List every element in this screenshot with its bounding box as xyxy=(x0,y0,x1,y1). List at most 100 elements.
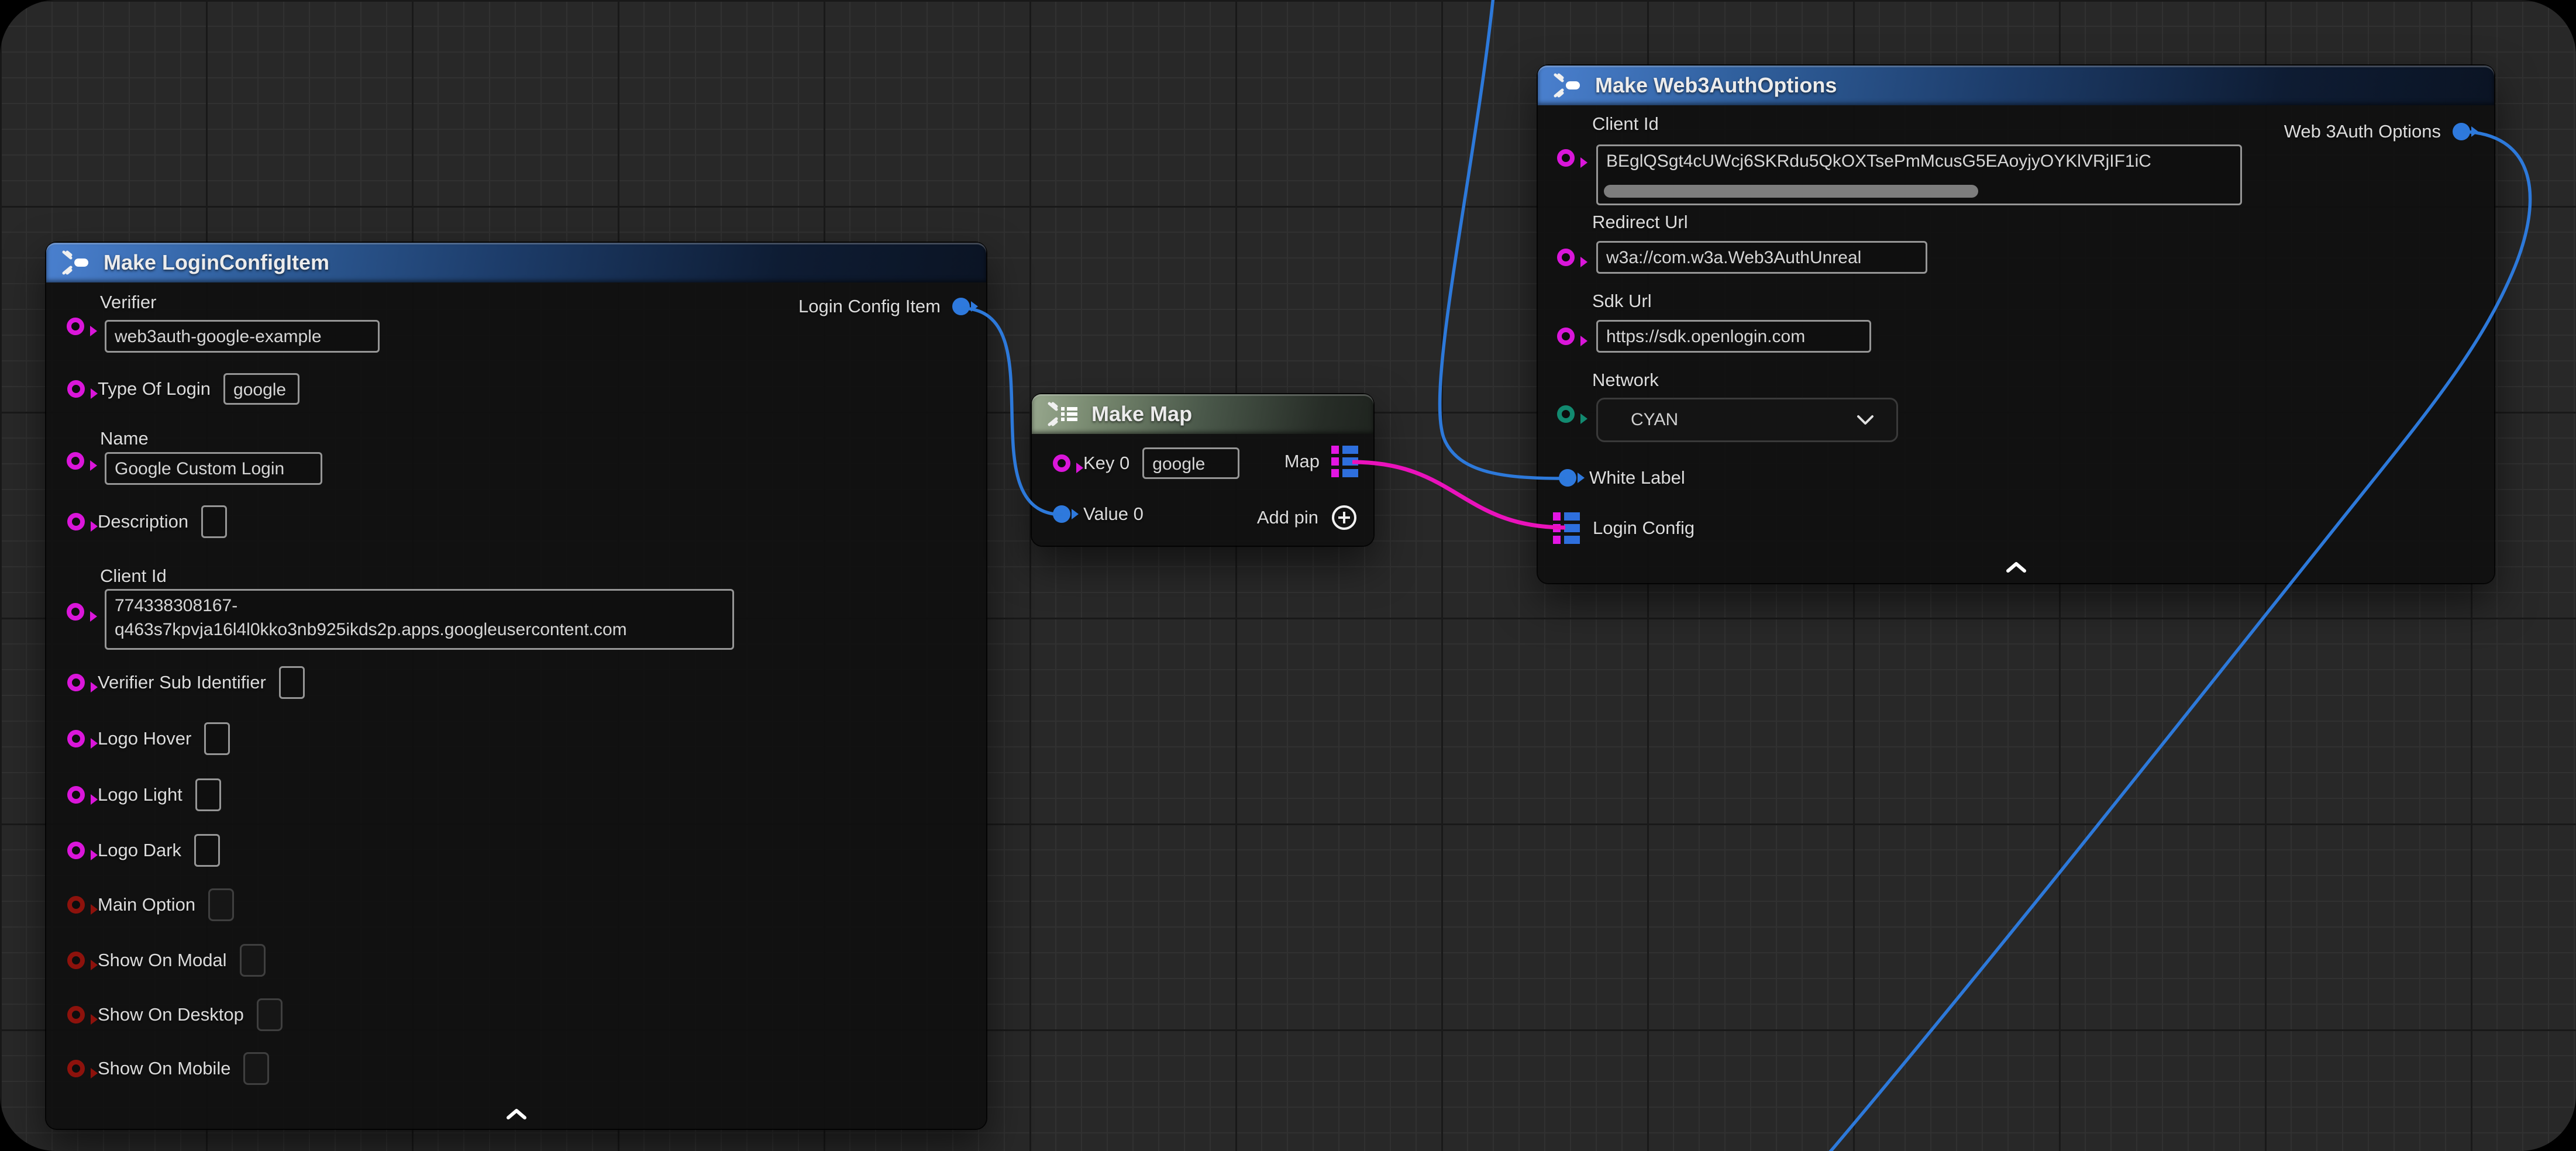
type-of-login-input-text: google xyxy=(233,380,286,399)
pin-description[interactable] xyxy=(67,513,85,530)
pin-sdk-url[interactable] xyxy=(1557,328,1575,345)
client-id-scrollbar[interactable] xyxy=(1604,185,1978,198)
logo-light-input[interactable] xyxy=(195,778,221,811)
pin-row-main-option: Main Option xyxy=(46,888,234,921)
chevron-down-icon xyxy=(1855,414,1875,426)
wire-map-to-login-config[interactable] xyxy=(1352,462,1565,528)
field-label-description: Description xyxy=(98,511,188,532)
name-input[interactable]: Google Custom Login xyxy=(105,452,322,485)
pin-main-option[interactable] xyxy=(67,896,85,914)
node-make-map[interactable]: Make Map Key 0 google Map Value 0 Add pi… xyxy=(1032,394,1373,546)
type-of-login-input[interactable]: google xyxy=(223,373,299,405)
field-label-client-id: Client Id xyxy=(1592,113,1659,135)
add-pin-icon[interactable] xyxy=(1330,504,1358,532)
node-make-login-config-item[interactable]: Make LoginConfigItem Login Config Item V… xyxy=(46,243,986,1129)
client-id-input[interactable]: 774338308167- q463s7kpvja16l4l0kko3nb925… xyxy=(105,589,734,650)
node-make-web3auth-options[interactable]: Make Web3AuthOptions Web 3Auth Options C… xyxy=(1538,66,2494,583)
pin-map-output[interactable] xyxy=(1331,446,1358,477)
pin-row-type-of-login: Type Of Login google xyxy=(46,373,299,405)
pin-row-value-0: Value 0 xyxy=(1032,498,1144,530)
node-title: Make LoginConfigItem xyxy=(104,250,329,275)
pin-login-config[interactable] xyxy=(1553,512,1580,544)
field-label-verifier-sub-identifier: Verifier Sub Identifier xyxy=(98,672,266,693)
key-0-input[interactable]: google xyxy=(1142,447,1239,479)
collapse-chevron-icon[interactable] xyxy=(504,1108,529,1121)
field-label-logo-light: Logo Light xyxy=(98,784,182,805)
redirect-url-input[interactable]: w3a://com.w3a.Web3AuthUnreal xyxy=(1596,241,1927,274)
node-header-make-map[interactable]: Make Map xyxy=(1032,394,1373,434)
pin-row-description: Description xyxy=(46,505,227,538)
field-label-logo-hover: Logo Hover xyxy=(98,728,191,749)
add-pin-label[interactable]: Add pin xyxy=(1257,507,1318,528)
network-dropdown[interactable]: CYAN xyxy=(1596,398,1898,442)
pin-row-map-output: Map xyxy=(1284,445,1358,478)
field-label-login-config: Login Config xyxy=(1593,518,1695,539)
client-id-line1: 774338308167- xyxy=(115,594,724,618)
client-id-input-text: BEglQSgt4cUWcj6SKRdu5QkOXTsePmMcusG5EAoy… xyxy=(1606,151,2151,171)
field-label-sdk-url: Sdk Url xyxy=(1592,291,1652,312)
field-label-value-0: Value 0 xyxy=(1083,504,1144,525)
pin-label: Login Config Item xyxy=(798,296,941,317)
pin-row-web3auth-options-output: Web 3Auth Options xyxy=(2284,115,2470,148)
blueprint-graph-canvas[interactable]: Make LoginConfigItem Login Config Item V… xyxy=(0,0,2576,1151)
pin-redirect-url[interactable] xyxy=(1557,249,1575,266)
pin-row-login-config-item-output: Login Config Item xyxy=(798,290,970,323)
redirect-url-input-text: w3a://com.w3a.Web3AuthUnreal xyxy=(1606,248,1861,267)
verifier-sub-identifier-input[interactable] xyxy=(279,666,305,699)
pin-logo-light[interactable] xyxy=(67,786,85,804)
node-header-make-web3auth-options[interactable]: Make Web3AuthOptions xyxy=(1538,66,2494,105)
pin-network[interactable] xyxy=(1557,405,1575,423)
pin-client-id[interactable] xyxy=(67,603,84,621)
show-on-modal-checkbox[interactable] xyxy=(240,944,266,977)
show-on-desktop-checkbox[interactable] xyxy=(257,998,283,1031)
main-option-checkbox[interactable] xyxy=(208,888,234,921)
collapse-chevron-icon[interactable] xyxy=(2003,561,2029,574)
pin-white-label[interactable] xyxy=(1559,469,1576,487)
pin-row-logo-hover: Logo Hover xyxy=(46,722,230,755)
pin-login-config-item-output[interactable] xyxy=(952,298,970,315)
field-label-main-option: Main Option xyxy=(98,894,195,915)
logo-hover-input[interactable] xyxy=(204,722,230,755)
client-id-input[interactable]: BEglQSgt4cUWcj6SKRdu5QkOXTsePmMcusG5EAoy… xyxy=(1596,144,2242,205)
show-on-mobile-checkbox[interactable] xyxy=(243,1052,269,1085)
field-label-redirect-url: Redirect Url xyxy=(1592,212,1688,233)
pin-label: Map xyxy=(1284,451,1320,472)
pin-web3auth-options-output[interactable] xyxy=(2453,123,2470,140)
pin-logo-dark[interactable] xyxy=(67,842,85,859)
verifier-input-text: web3auth-google-example xyxy=(115,327,322,346)
sdk-url-input-text: https://sdk.openlogin.com xyxy=(1606,327,1805,346)
pin-row-show-on-desktop: Show On Desktop xyxy=(46,998,283,1031)
name-input-text: Google Custom Login xyxy=(115,459,284,478)
pin-row-show-on-modal: Show On Modal xyxy=(46,944,266,977)
make-map-icon xyxy=(1047,401,1080,427)
field-label-logo-dark: Logo Dark xyxy=(98,840,181,861)
pin-verifier-sub-identifier[interactable] xyxy=(67,674,85,691)
pin-logo-hover[interactable] xyxy=(67,730,85,747)
pin-row-logo-light: Logo Light xyxy=(46,778,221,811)
sdk-url-input[interactable]: https://sdk.openlogin.com xyxy=(1596,320,1871,353)
field-label-network: Network xyxy=(1592,370,1659,391)
pin-value-0[interactable] xyxy=(1053,505,1070,523)
field-label-white-label: White Label xyxy=(1589,467,1685,488)
field-label-type-of-login: Type Of Login xyxy=(98,378,211,399)
pin-name[interactable] xyxy=(67,452,84,470)
node-header-make-login-config-item[interactable]: Make LoginConfigItem xyxy=(46,243,986,282)
node-title: Make Map xyxy=(1091,402,1192,426)
key-0-input-text: google xyxy=(1152,454,1205,474)
field-label-client-id: Client Id xyxy=(100,566,167,587)
pin-row-show-on-mobile: Show On Mobile xyxy=(46,1052,269,1085)
field-label-name: Name xyxy=(100,428,149,449)
pin-key-0[interactable] xyxy=(1053,454,1070,472)
pin-client-id[interactable] xyxy=(1557,149,1575,167)
pin-show-on-modal[interactable] xyxy=(67,952,85,969)
pin-type-of-login[interactable] xyxy=(67,380,85,398)
network-dropdown-value: CYAN xyxy=(1631,410,1678,430)
make-struct-icon xyxy=(61,250,92,275)
logo-dark-input[interactable] xyxy=(194,834,220,867)
pin-show-on-desktop[interactable] xyxy=(67,1006,85,1024)
add-pin-row: Add pin xyxy=(1257,501,1358,534)
pin-show-on-mobile[interactable] xyxy=(67,1060,85,1077)
verifier-input[interactable]: web3auth-google-example xyxy=(105,320,380,353)
pin-verifier[interactable] xyxy=(67,318,84,335)
description-input[interactable] xyxy=(201,505,227,538)
